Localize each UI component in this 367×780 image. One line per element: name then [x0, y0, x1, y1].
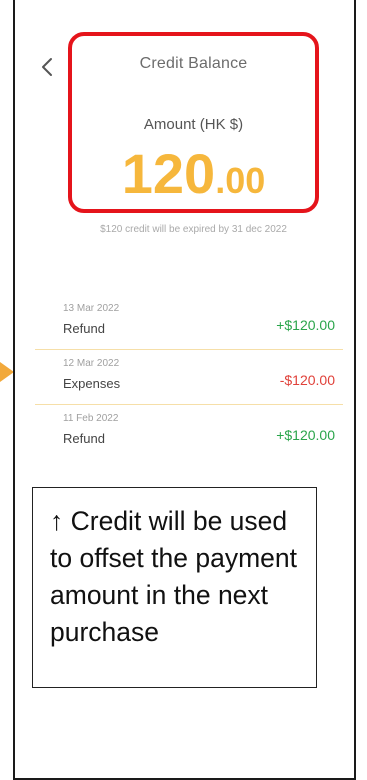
- transaction-date: 11 Feb 2022: [63, 413, 119, 424]
- transaction-date: 13 Mar 2022: [63, 303, 120, 314]
- expiry-note: $120 credit will be expired by 31 dec 20…: [100, 224, 287, 235]
- transaction-amount: +$120.00: [276, 317, 335, 333]
- amount-label: Amount (HK $): [143, 116, 244, 133]
- transaction-type: Refund: [63, 321, 105, 336]
- transaction-type: Expenses: [63, 376, 121, 391]
- transaction-type: Refund: [63, 431, 105, 446]
- chevron-left-icon: [42, 58, 52, 76]
- credit-amount-integer: 120: [121, 142, 216, 205]
- annotation-callout: ↑ Credit will be used to offset the paym…: [32, 487, 317, 688]
- transaction-row[interactable]: 13 Mar 2022 Refund +$120.00: [35, 295, 343, 350]
- credit-amount: 120.00: [68, 146, 319, 202]
- transaction-amount: +$120.00: [276, 427, 335, 443]
- credit-amount-decimal: .00: [215, 160, 266, 201]
- transaction-row[interactable]: 12 Mar 2022 Expenses -$120.00: [35, 350, 343, 405]
- transaction-amount: -$120.00: [279, 372, 335, 388]
- pointer-arrow: [0, 362, 14, 382]
- transaction-row[interactable]: 11 Feb 2022 Refund +$120.00: [35, 405, 343, 459]
- transaction-list: 13 Mar 2022 Refund +$120.00 12 Mar 2022 …: [35, 295, 343, 459]
- transaction-date: 12 Mar 2022: [63, 358, 120, 369]
- page-title: Credit Balance: [139, 55, 248, 72]
- back-button[interactable]: [37, 55, 57, 79]
